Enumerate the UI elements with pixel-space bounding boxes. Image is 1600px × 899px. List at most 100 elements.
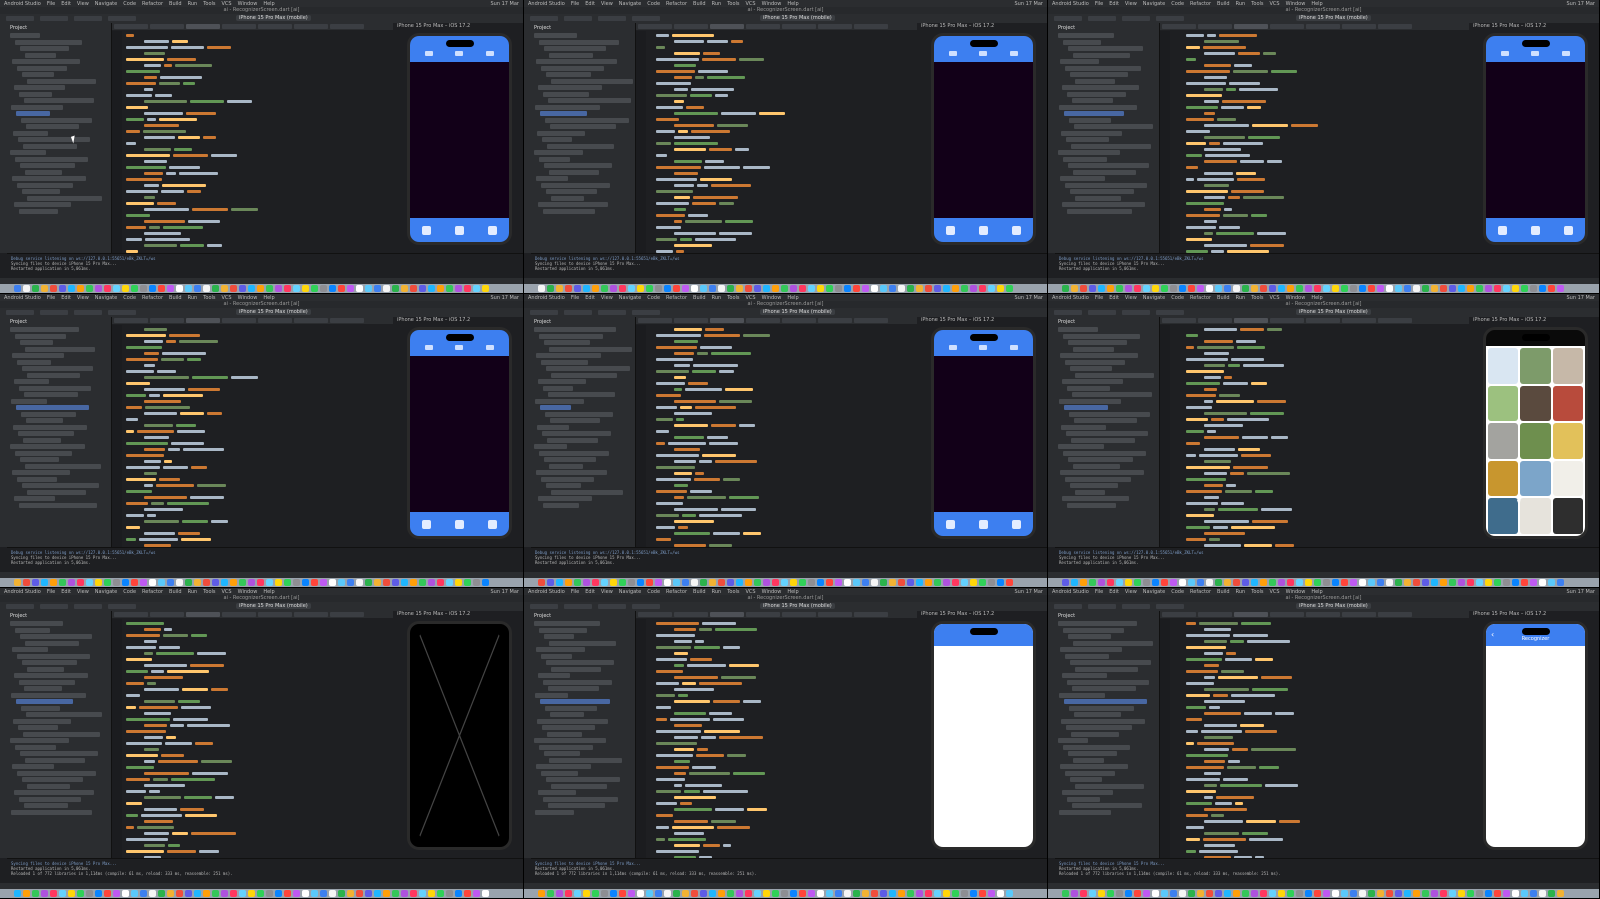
editor-tab[interactable] <box>1378 24 1412 29</box>
project-tree-item[interactable] <box>1073 169 1136 175</box>
project-tree-item[interactable] <box>19 385 91 391</box>
dock-app-icon[interactable] <box>437 890 444 897</box>
editor-tab[interactable] <box>1162 24 1196 29</box>
toolbar-button[interactable] <box>1054 16 1082 21</box>
editor-tab[interactable] <box>258 612 292 617</box>
dock-app-icon[interactable] <box>1305 579 1312 586</box>
app-tab[interactable] <box>979 345 988 350</box>
menu-item[interactable]: Window <box>762 1 782 7</box>
menu-item[interactable]: File <box>571 1 579 7</box>
dock-app-icon[interactable] <box>1296 285 1303 292</box>
dock-app-icon[interactable] <box>1125 579 1132 586</box>
project-tree-item[interactable] <box>541 65 604 71</box>
editor-tab[interactable] <box>782 24 816 29</box>
editor-tab[interactable] <box>674 612 708 617</box>
gallery-photo[interactable] <box>1488 385 1519 422</box>
dock-app-icon[interactable] <box>437 579 444 586</box>
project-tree-item[interactable] <box>1060 353 1138 358</box>
dock-app-icon[interactable] <box>383 579 390 586</box>
menu-item[interactable]: Navigate <box>95 589 117 595</box>
dock-app-icon[interactable] <box>1413 890 1420 897</box>
project-tree-item[interactable] <box>534 327 616 332</box>
dock-app-icon[interactable] <box>1062 285 1069 292</box>
project-tree-item[interactable] <box>1070 483 1118 488</box>
project-tree-item[interactable] <box>25 640 79 646</box>
dock-app-icon[interactable] <box>1359 890 1366 897</box>
dock-app-icon[interactable] <box>1431 890 1438 897</box>
dock-app-icon[interactable] <box>871 579 878 586</box>
menu-item[interactable]: Code <box>1171 295 1184 301</box>
menu-item[interactable]: View <box>1125 589 1137 595</box>
project-label[interactable]: Project <box>10 25 108 31</box>
project-tree-item[interactable] <box>1073 346 1114 352</box>
menu-item[interactable]: Code <box>647 589 660 595</box>
dock-app-icon[interactable] <box>1377 285 1384 292</box>
dock-app-icon[interactable] <box>610 285 617 292</box>
dock-app-icon[interactable] <box>149 890 156 897</box>
dock-app-icon[interactable] <box>628 579 635 586</box>
project-tree-item[interactable] <box>549 169 599 175</box>
dock-app-icon[interactable] <box>1368 579 1375 586</box>
project-tree-item[interactable] <box>1071 731 1119 737</box>
dock-app-icon[interactable] <box>1269 890 1276 897</box>
project-tree-item[interactable] <box>536 764 591 769</box>
dock-app-icon[interactable] <box>1179 285 1186 292</box>
dock-app-icon[interactable] <box>284 285 291 292</box>
menu-item[interactable]: Tools <box>1251 589 1263 595</box>
menu-item[interactable]: Android Studio <box>528 295 565 301</box>
dock-app-icon[interactable] <box>997 285 1004 292</box>
dock-app-icon[interactable] <box>1071 579 1078 586</box>
menu-item[interactable]: Edit <box>1109 589 1119 595</box>
dock-app-icon[interactable] <box>230 890 237 897</box>
dock-app-icon[interactable] <box>1539 579 1546 586</box>
project-tree-item[interactable] <box>1072 686 1136 691</box>
project-tree-item[interactable] <box>1067 796 1100 802</box>
project-tree-item[interactable] <box>17 476 57 482</box>
dock-app-icon[interactable] <box>556 285 563 292</box>
project-tree-item[interactable] <box>25 169 62 175</box>
dock-app-icon[interactable] <box>601 890 608 897</box>
menu-item[interactable]: Navigate <box>1143 589 1165 595</box>
dock-app-icon[interactable] <box>1152 285 1159 292</box>
project-tree-item[interactable] <box>1070 72 1128 77</box>
dock-app-icon[interactable] <box>1422 579 1429 586</box>
editor-tab[interactable] <box>222 318 256 323</box>
dock-app-icon[interactable] <box>257 285 264 292</box>
project-tree-item[interactable] <box>1062 673 1107 678</box>
menu-item[interactable]: Build <box>693 295 706 301</box>
tool-window-strip[interactable] <box>524 611 531 858</box>
editor-tab[interactable] <box>854 318 888 323</box>
toolbar-button[interactable] <box>6 16 34 21</box>
dock-app-icon[interactable] <box>835 285 842 292</box>
dock-app-icon[interactable] <box>140 890 147 897</box>
dock-app-icon[interactable] <box>1260 890 1267 897</box>
project-tree-item[interactable] <box>539 39 619 45</box>
app-tab[interactable] <box>1531 51 1540 56</box>
dock-app-icon[interactable] <box>104 579 111 586</box>
dock-app-icon[interactable] <box>347 579 354 586</box>
dock-app-icon[interactable] <box>239 579 246 586</box>
menu-item[interactable]: Tools <box>203 295 215 301</box>
menu-item[interactable]: Android Studio <box>528 1 565 7</box>
dock-app-icon[interactable] <box>619 285 626 292</box>
menu-item[interactable]: Code <box>123 295 136 301</box>
project-tree-item[interactable] <box>543 679 612 685</box>
project-tree-item[interactable] <box>18 725 58 730</box>
menu-item[interactable]: Window <box>1286 295 1306 301</box>
dock-app-icon[interactable] <box>275 579 282 586</box>
dock-app-icon[interactable] <box>889 579 896 586</box>
editor-tab[interactable] <box>638 612 672 617</box>
editor-tab[interactable] <box>1378 612 1412 617</box>
dock-app-icon[interactable] <box>637 890 644 897</box>
menu-item[interactable]: Build <box>1217 1 1230 7</box>
menu-item[interactable]: Navigate <box>95 1 117 7</box>
project-tree-item[interactable] <box>10 150 46 155</box>
toolbar-button[interactable] <box>1054 604 1082 609</box>
dock-app-icon[interactable] <box>473 285 480 292</box>
editor-tab[interactable] <box>1270 24 1304 29</box>
dock-app-icon[interactable] <box>32 890 39 897</box>
dock-app-icon[interactable] <box>1449 890 1456 897</box>
dock-app-icon[interactable] <box>871 285 878 292</box>
dock-app-icon[interactable] <box>455 579 462 586</box>
editor-tab[interactable] <box>258 318 292 323</box>
